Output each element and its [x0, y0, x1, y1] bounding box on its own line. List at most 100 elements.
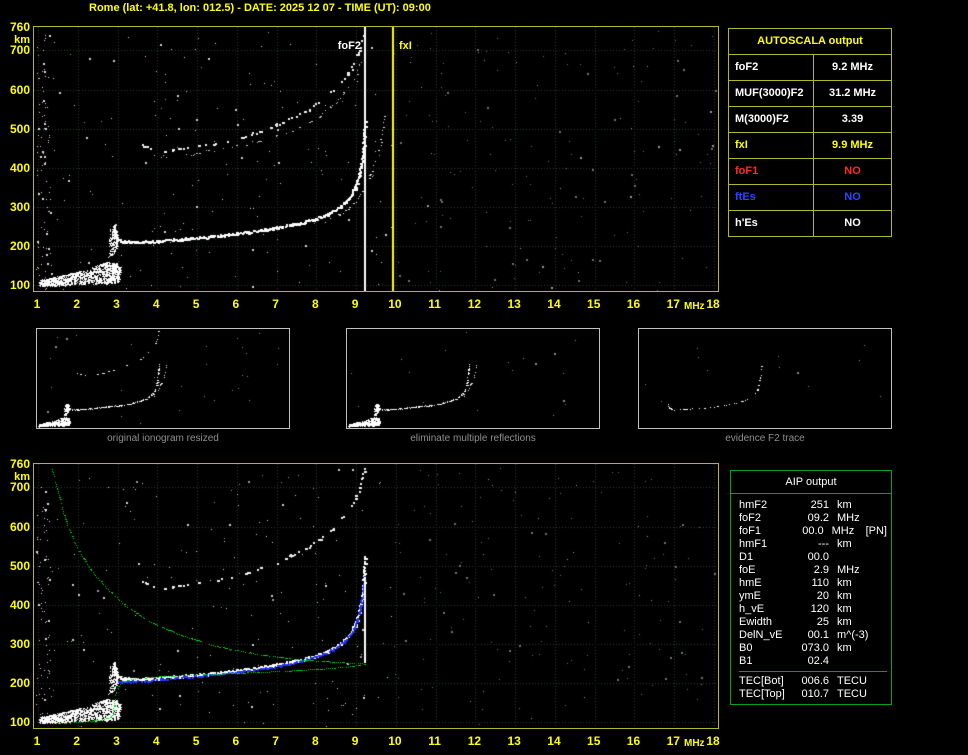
autoscala-row-label: foF2: [735, 61, 759, 73]
aip-row-fof2: foF2 09.2 MHz: [739, 512, 887, 525]
aip-cell-n: hmF2: [739, 499, 768, 511]
autoscala-screen: Rome (lat: +41.8, lon: 012.5) - DATE: 20…: [0, 0, 968, 755]
x-axis-tick: 18: [706, 734, 720, 748]
aip-cell-u: km: [837, 499, 852, 511]
autoscala-row-value: NO: [813, 185, 891, 210]
x-axis-tick: 6: [232, 297, 240, 311]
aip-cell-n: B0: [739, 642, 753, 654]
autoscala-row-label: ftEs: [735, 191, 756, 203]
fxI-marker-label: fxI: [399, 40, 412, 52]
y-axis-tick: 500: [9, 121, 30, 136]
aip-cell-n: B1: [739, 655, 753, 667]
autoscala-row-label: h'Es: [735, 217, 758, 229]
aip-cell-u: km: [837, 538, 852, 550]
y-axis-tick: 700: [9, 43, 30, 58]
aip-cell-u: [837, 655, 871, 668]
y-axis-tick: 100: [9, 278, 30, 293]
aip-cell-u: MHz: [831, 525, 855, 537]
aip-cell-v: 00.0: [807, 551, 829, 563]
x-axis-tick: 18: [706, 297, 720, 311]
aip-cell-n: hmF1: [739, 538, 768, 550]
thumbnail-original-ionogram: [36, 328, 290, 429]
y-axis-tick: 760: [9, 457, 30, 471]
x-axis-tick: 5: [192, 297, 200, 311]
autoscala-row-value: 3.39: [813, 107, 891, 132]
thumbnail-caption-f2: evidence F2 trace: [725, 433, 805, 444]
x-axis-tick: 11: [428, 734, 441, 748]
aip-cell-n: hmE: [739, 577, 762, 589]
aip-cell-n: h_vE: [739, 603, 765, 615]
x-axis-tick: 17: [666, 734, 680, 748]
aip-tec-separator: [739, 671, 887, 672]
aip-cell-v: 251: [810, 499, 829, 511]
aip-row-yme: ymE 20 km: [739, 590, 887, 603]
thumbnail-multiple-reflections: [346, 328, 600, 429]
ionogram-top-canvas: [34, 27, 718, 291]
x-axis-tick: 3: [113, 734, 120, 748]
x-axis-tick: 12: [467, 734, 482, 748]
autoscala-row-hes: h'Es NO: [729, 210, 891, 236]
autoscala-row-ftes: ftEs NO: [729, 184, 891, 210]
aip-cell-v: ---: [818, 538, 829, 550]
aip-cell-u: km: [837, 577, 852, 589]
thumbnail-caption-reflections: eliminate multiple reflections: [410, 433, 536, 444]
aip-cell-u: km: [837, 603, 852, 615]
thumbnail-f2-trace: [638, 328, 892, 429]
y-axis-tick: 200: [9, 676, 30, 691]
aip-row-foe: foE 2.9 MHz: [739, 564, 887, 577]
x-axis-tick: 12: [467, 297, 482, 311]
aip-cell-n: TEC[Top]: [739, 688, 785, 700]
thumbnail-f2-canvas: [639, 329, 891, 428]
thumbnail-original-canvas: [37, 329, 289, 428]
autoscala-row-value: 31.2 MHz: [813, 81, 891, 106]
x-axis-tick: 4: [152, 734, 160, 748]
aip-cell-v: 073.0: [801, 642, 829, 654]
aip-panel-title: AIP output: [731, 471, 891, 494]
x-axis-tick: 15: [587, 734, 601, 748]
aip-cell-v: 006.6: [801, 675, 829, 687]
aip-row-delnve: DelN_vE 00.1 m^(-3): [739, 629, 887, 642]
autoscala-row-m3000f2: M(3000)F2 3.39: [729, 106, 891, 132]
aip-cell-n: Ewidth: [739, 616, 773, 628]
aip-cell-u: km: [837, 616, 852, 628]
aip-row-ewidth: Ewidth 25 km: [739, 616, 887, 629]
aip-cell-v: 00.1: [807, 629, 829, 641]
autoscala-row-fxi: fxI 9.9 MHz: [729, 132, 891, 158]
ionogram-bottom-canvas: [34, 464, 718, 728]
x-axis-tick: 9: [351, 297, 359, 311]
x-axis-tick: 2: [73, 734, 81, 748]
aip-cell-u: TECU: [837, 688, 867, 700]
y-axis-tick: 500: [9, 558, 30, 573]
aip-cell-n: D1: [739, 551, 754, 563]
y-axis-tick: 300: [9, 199, 30, 214]
thumbnail-reflections-canvas: [347, 329, 599, 428]
aip-cell-v: 110: [811, 577, 829, 589]
x-axis-tick: 16: [626, 734, 641, 748]
aip-cell-v: 20: [816, 590, 829, 602]
aip-cell-v: 09.2: [807, 512, 829, 524]
autoscala-row-fof2: foF2 9.2 MHz: [729, 54, 891, 80]
x-axis-tick: 6: [232, 734, 240, 748]
aip-cell-n: ymE: [739, 590, 761, 602]
aip-row-hmf1: hmF1 --- km: [739, 538, 887, 551]
aip-cell-v: 120: [810, 603, 829, 615]
y-axis-tick: 300: [9, 636, 30, 651]
y-axis-tick: 200: [9, 239, 30, 254]
x-axis-tick: 17: [666, 297, 680, 311]
y-axis-tick: 760: [9, 20, 30, 34]
autoscala-row-value: NO: [813, 159, 891, 184]
aip-cell-n: TEC[Bot]: [739, 675, 784, 687]
x-axis-tick: 10: [388, 734, 402, 748]
x-axis-tick: 10: [388, 297, 402, 311]
aip-row-hve: h_vE 120 km: [739, 603, 887, 616]
autoscala-row-muf3000f2: MUF(3000)F2 31.2 MHz: [729, 80, 891, 106]
x-axis-tick: 13: [507, 734, 521, 748]
aip-row-b0: B0 073.0 km: [739, 642, 887, 655]
ionogram-top: foF2 fxI: [33, 26, 719, 292]
y-axis-tick: 600: [9, 519, 30, 534]
autoscala-table-title: AUTOSCALA output: [757, 35, 863, 47]
x-axis-tick: 1: [33, 734, 41, 748]
y-axis-tick: 400: [9, 597, 30, 612]
aip-cell-u: MHz: [837, 564, 860, 576]
x-axis-tick: 4: [152, 297, 160, 311]
